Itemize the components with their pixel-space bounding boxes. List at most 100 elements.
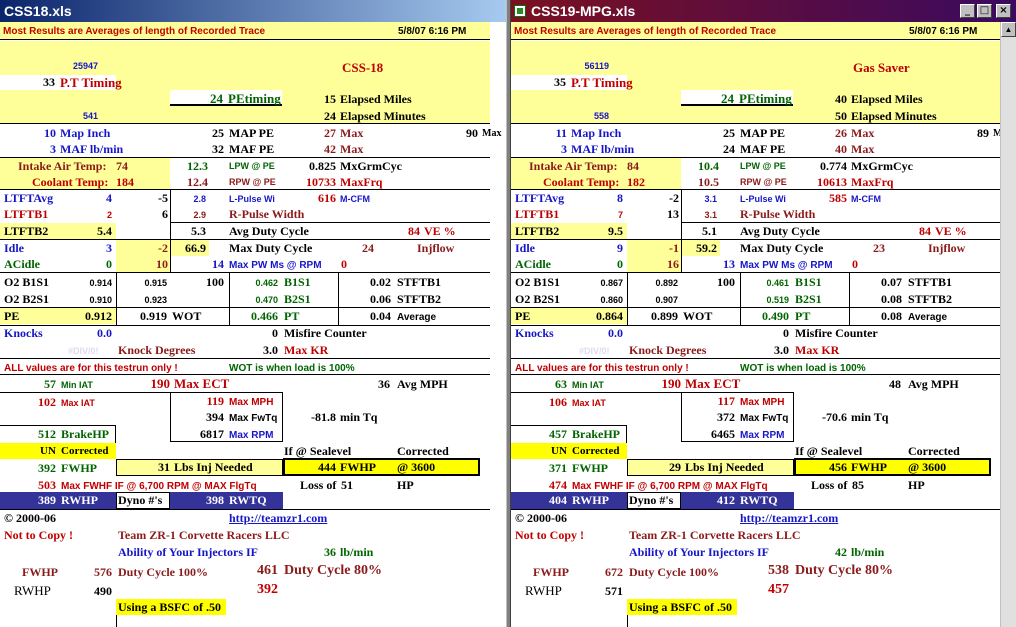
avg-o2-value: 0.08 — [881, 309, 902, 323]
ltftb1-label: LTFTB1 — [4, 207, 49, 221]
rpw-label: RPW @ PE — [740, 177, 787, 187]
minimize-button[interactable]: _ — [960, 4, 975, 18]
injector-unit: lb/min — [340, 545, 374, 559]
teamzr1-link[interactable]: http://teamzr1.com — [229, 511, 327, 526]
brakehp-value: 457 — [549, 427, 567, 441]
max-extra-value: 89 — [977, 126, 989, 140]
teamzr1-link[interactable]: http://teamzr1.com — [740, 511, 838, 526]
coolant-label: Coolant Temp: — [32, 175, 109, 189]
at-3600-label: @ 3600 — [908, 460, 947, 474]
loss-of-label: Loss of — [300, 478, 337, 492]
footer-rwhp-label: RWHP — [525, 583, 562, 598]
map-inch-label: Map Inch — [571, 126, 622, 140]
title-bar[interactable]: CSS19-MPG.xls _ □ × — [511, 0, 1016, 22]
max-ect-label: Max ECT — [174, 376, 230, 391]
coolant-value: 182 — [627, 175, 645, 189]
max-pw-label: Max PW Ms @ RPM — [229, 260, 322, 271]
corrected-label-2: Corrected — [397, 444, 449, 458]
vertical-scrollbar[interactable]: ▲ — [1000, 22, 1016, 627]
sheet-window-css19-mpg[interactable]: CSS19-MPG.xls _ □ × Most Results are Ave… — [511, 0, 1016, 627]
o2-b1s1-label: O2 B1S1 — [515, 275, 561, 289]
loss-value: 51 — [341, 478, 353, 492]
car-name: Gas Saver — [853, 60, 910, 75]
avg-duty-value: 5.3 — [191, 224, 206, 238]
ltftb1-label: LTFTB1 — [515, 207, 560, 221]
if-sealevel-label: If @ Sealevel — [284, 444, 352, 458]
map-inch-value: 10 — [44, 126, 56, 140]
fwhp-value: 371 — [549, 461, 567, 475]
max-duty-value: 66.9 — [185, 241, 206, 255]
stftb2-value: 0.08 — [881, 292, 902, 306]
excel-icon[interactable] — [514, 5, 526, 17]
top-value-2: 541 — [82, 111, 98, 121]
avg-o2-value: 0.04 — [370, 309, 391, 323]
maxfrq-value: 10613 — [817, 175, 847, 189]
knocks-label: Knocks — [4, 326, 43, 340]
dc100-value: 672 — [605, 565, 623, 579]
maxfrq-label: MaxFrq — [851, 175, 894, 189]
misfire-value: 0 — [272, 326, 278, 340]
scroll-up-arrow-icon[interactable]: ▲ — [1001, 22, 1016, 37]
o2-b2s1-value-2: 0.923 — [144, 295, 167, 305]
lbs-inj-value: 31 — [158, 460, 170, 474]
divider — [170, 222, 490, 223]
o2-b2s1-value-1: 0.910 — [89, 295, 112, 305]
map-max-value: 27 — [324, 126, 336, 140]
rwhp-80-value: 392 — [257, 582, 278, 597]
pt-timing-label: P.T Timing — [571, 75, 633, 90]
injflow-label: Injflow — [928, 241, 966, 255]
rwhp-label: RWHP — [61, 493, 98, 507]
divider — [0, 509, 490, 510]
avg-o2-label: Average — [397, 312, 437, 323]
iat-value: 74 — [116, 159, 128, 173]
rpulse-value: 2.9 — [193, 210, 206, 220]
maximize-button[interactable]: □ — [977, 4, 992, 18]
pt-o2-label: PT — [284, 309, 300, 323]
avg-o2-label: Average — [908, 312, 948, 323]
rwhp-100-value: 571 — [605, 584, 623, 598]
footer-rwhp-label: RWHP — [14, 583, 51, 598]
dyno-label: Dyno #'s — [629, 493, 674, 507]
avg-mph-value: 36 — [378, 377, 390, 391]
max-duty-label: Max Duty Cycle — [229, 241, 313, 255]
divider — [511, 374, 1001, 375]
pt-timing-label: P.T Timing — [60, 75, 122, 90]
knocks-label: Knocks — [515, 326, 554, 340]
pe-value: 0.912 — [85, 309, 112, 323]
mcfm-value: 616 — [318, 191, 336, 205]
petiming-label: PEtiming — [739, 91, 792, 106]
maf-pe-label: MAF PE — [740, 142, 786, 156]
lpw-label: LPW @ PE — [229, 161, 275, 171]
knocks-value: 0.0 — [97, 326, 112, 340]
ltftb2-label: LTFTB2 — [515, 224, 560, 238]
title-bar[interactable]: CSS18.xls — [0, 0, 506, 22]
wot-value: 0.899 — [651, 309, 678, 323]
close-button[interactable]: × — [996, 4, 1011, 18]
max-fwtq-label: Max FwTq — [740, 413, 789, 424]
pt-timing-value: 35 — [554, 75, 566, 89]
o2-b1s1-value-1: 0.914 — [89, 278, 112, 288]
map-max-value: 26 — [835, 126, 847, 140]
acidle-value-1: 0 — [106, 257, 112, 271]
elapsed-miles-label: Elapsed Miles — [340, 92, 412, 106]
sheet-window-css18[interactable]: CSS18.xls Most Results are Averages of l… — [0, 0, 506, 627]
maf-pe-label: MAF PE — [229, 142, 275, 156]
acidle-value-2: 10 — [156, 257, 168, 271]
stftb2-value: 0.06 — [370, 292, 391, 306]
stftb1-label: STFTB1 — [397, 275, 442, 289]
misfire-value: 0 — [783, 326, 789, 340]
max-mph-label: Max MPH — [229, 397, 274, 408]
ve-label: VE % — [935, 224, 967, 238]
max-ect-value: 190 — [661, 376, 682, 391]
ltftb2-label: LTFTB2 — [4, 224, 49, 238]
o2-b1s1-value-3: 100 — [206, 275, 224, 289]
ltftavg-label: LTFTAvg — [515, 191, 565, 205]
top-value-1: 25947 — [72, 61, 98, 71]
mxgrm-label: MxGrmCyc — [340, 159, 402, 173]
max-ect-label: Max ECT — [685, 376, 741, 391]
window-title: CSS18.xls — [4, 3, 72, 19]
divider — [0, 272, 490, 273]
pe-value: 0.864 — [596, 309, 623, 323]
maf-value: 3 — [50, 142, 56, 156]
ltftavg-value-2: -5 — [158, 191, 168, 205]
